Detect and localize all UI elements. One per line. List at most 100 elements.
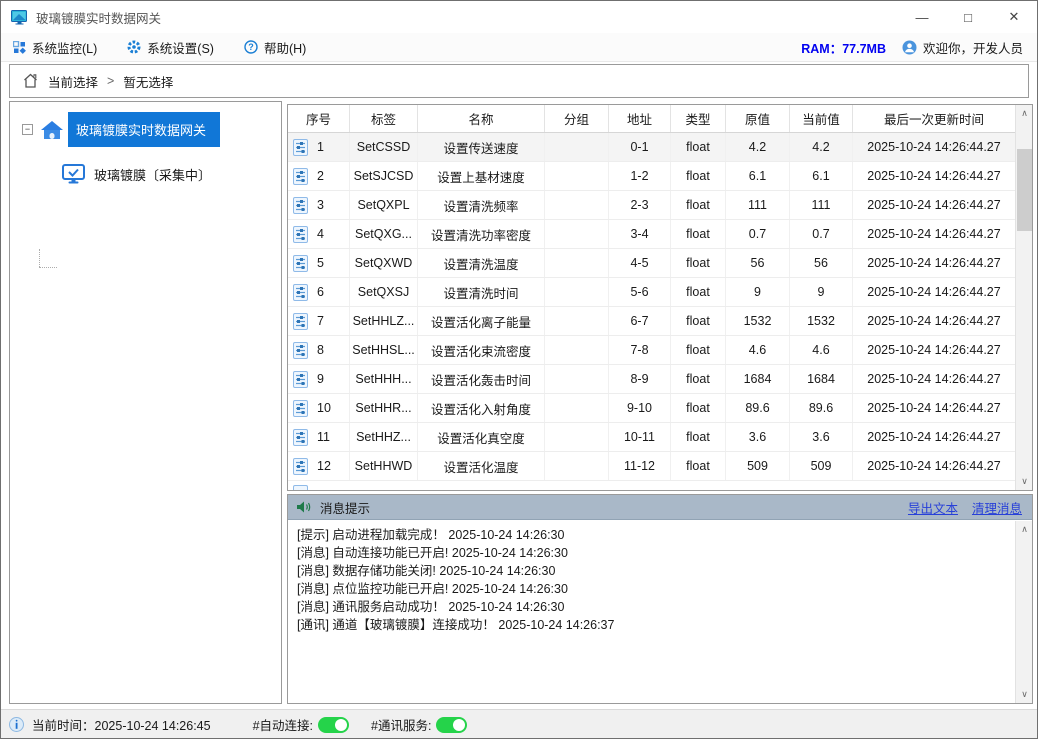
- cell-group: [545, 394, 609, 422]
- table-row[interactable]: 8 SetHHSL... 设置活化束流密度 7-8 float 4.6 4.6 …: [288, 336, 1015, 365]
- cell-original-value: 6.1: [726, 162, 790, 190]
- message-panel: 消息提示 导出文本 清理消息 [提示] 启动进程加载完成！ 2025-10-24…: [287, 494, 1033, 704]
- scroll-up-button[interactable]: ∧: [1016, 105, 1033, 122]
- status-bar: 当前时间：2025-10-24 14:26:45 #自动连接: #通讯服务:: [1, 709, 1037, 739]
- cell-address: 8-9: [609, 365, 671, 393]
- cell-type: float: [671, 394, 726, 422]
- column-header[interactable]: 当前值: [790, 105, 853, 132]
- current-time-label: 当前时间：: [32, 719, 95, 733]
- message-line: [通讯] 通道【玻璃镀膜】连接成功！ 2025-10-24 14:26:37: [297, 616, 1006, 634]
- cell-group: [545, 423, 609, 451]
- scroll-up-button[interactable]: ∧: [1016, 521, 1033, 538]
- message-line: [消息] 点位监控功能已开启! 2025-10-24 14:26:30: [297, 580, 1006, 598]
- cell-address: 1-2: [609, 162, 671, 190]
- table-row[interactable]: 1 SetCSSD 设置传送速度 0-1 float 4.2 4.2 2025-…: [288, 133, 1015, 162]
- cell-name: 设置清洗频率: [418, 191, 545, 219]
- cell-index-value: 2: [317, 169, 324, 183]
- table-row[interactable]: 10 SetHHR... 设置活化入射角度 9-10 float 89.6 89…: [288, 394, 1015, 423]
- column-header[interactable]: 类型: [671, 105, 726, 132]
- export-text-link[interactable]: 导出文本: [908, 498, 958, 517]
- menu-item-system-settings[interactable]: 系统设置(S): [127, 38, 214, 57]
- cell-type: float: [671, 220, 726, 248]
- column-header[interactable]: 原值: [726, 105, 790, 132]
- sliders-icon: [293, 139, 308, 156]
- column-header[interactable]: 序号: [288, 105, 350, 132]
- window-controls: — □ ✕: [899, 1, 1037, 33]
- scroll-thumb[interactable]: [1017, 149, 1032, 231]
- cell-index-value: 11: [317, 430, 330, 444]
- cell-type: float: [671, 249, 726, 277]
- cell-type: float: [671, 162, 726, 190]
- comm-service-toggle[interactable]: [436, 717, 467, 733]
- message-panel-title: 消息提示: [320, 498, 370, 517]
- cell-updated-time: 2025-10-24 14:26:44.27: [853, 220, 1015, 248]
- cell-name: 设置传送速度: [418, 133, 545, 161]
- table-scrollbar[interactable]: ∧ ∨: [1015, 105, 1032, 490]
- cell-group: [545, 365, 609, 393]
- cell-original-value: 4.6: [726, 336, 790, 364]
- cell-address: 3-4: [609, 220, 671, 248]
- cell-type: float: [671, 452, 726, 480]
- table-row[interactable]: 9 SetHHH... 设置活化轰击时间 8-9 float 1684 1684…: [288, 365, 1015, 394]
- cell-original-value: 0.7: [726, 220, 790, 248]
- monitor-check-icon: [62, 164, 85, 184]
- cell-index-value: 7: [317, 314, 324, 328]
- table-row[interactable]: 7 SetHHLZ... 设置活化离子能量 6-7 float 1532 153…: [288, 307, 1015, 336]
- tree-child-item[interactable]: 玻璃镀膜〔采集中〕: [62, 164, 281, 184]
- scroll-down-button[interactable]: ∨: [1016, 473, 1033, 490]
- current-time-value: 2025-10-24 14:26:45: [95, 719, 211, 733]
- table-row[interactable]: 4 SetQXG... 设置清洗功率密度 3-4 float 0.7 0.7 2…: [288, 220, 1015, 249]
- column-header[interactable]: 地址: [609, 105, 671, 132]
- cell-index: 2: [288, 162, 350, 190]
- cell-updated-time: 2025-10-24 14:26:44.27: [853, 423, 1015, 451]
- cell-current-value: 56: [790, 249, 853, 277]
- cell-index-value: 8: [317, 343, 324, 357]
- tree-expander-icon[interactable]: −: [22, 124, 33, 135]
- cell-type: float: [671, 307, 726, 335]
- close-button[interactable]: ✕: [991, 1, 1037, 33]
- table-row[interactable]: 11 SetHHZ... 设置活化真空度 10-11 float 3.6 3.6…: [288, 423, 1015, 452]
- cell-tag: SetQXWD: [350, 249, 418, 277]
- sliders-icon: [293, 371, 308, 388]
- column-header[interactable]: 标签: [350, 105, 418, 132]
- cell-address: 0-1: [609, 133, 671, 161]
- column-header[interactable]: 分组: [545, 105, 609, 132]
- cell-index: 3: [288, 191, 350, 219]
- table-body: 1 SetCSSD 设置传送速度 0-1 float 4.2 4.2 2025-…: [288, 133, 1015, 490]
- cell-group: [545, 278, 609, 306]
- table-row[interactable]: 12 SetHHWD 设置活化温度 11-12 float 509 509 20…: [288, 452, 1015, 481]
- breadcrumb-prefix: 当前选择: [48, 72, 98, 91]
- cell-updated-time: 2025-10-24 14:26:44.27: [853, 365, 1015, 393]
- column-header[interactable]: 最后一次更新时间: [853, 105, 1015, 132]
- tree-root-item[interactable]: − 玻璃镀膜实时数据网关: [10, 112, 281, 147]
- sliders-icon: [293, 429, 308, 446]
- house-icon: [40, 120, 64, 140]
- table-row[interactable]: 2 SetSJCSD 设置上基材速度 1-2 float 6.1 6.1 202…: [288, 162, 1015, 191]
- home-icon[interactable]: [22, 73, 39, 89]
- clear-messages-link[interactable]: 清理消息: [972, 498, 1022, 517]
- maximize-button[interactable]: □: [945, 1, 991, 33]
- cell-type: float: [671, 336, 726, 364]
- cell-current-value: 6.1: [790, 162, 853, 190]
- table-row[interactable]: 5 SetQXWD 设置清洗温度 4-5 float 56 56 2025-10…: [288, 249, 1015, 278]
- ram-indicator: RAM：77.7MB: [801, 38, 886, 57]
- cell-address: 9-10: [609, 394, 671, 422]
- message-scrollbar[interactable]: ∧ ∨: [1015, 521, 1032, 703]
- table-row[interactable]: 6 SetQXSJ 设置清洗时间 5-6 float 9 9 2025-10-2…: [288, 278, 1015, 307]
- message-line: [消息] 自动连接功能已开启! 2025-10-24 14:26:30: [297, 544, 1006, 562]
- menu-item-help[interactable]: ? 帮助(H): [244, 38, 306, 57]
- svg-text:?: ?: [248, 42, 254, 52]
- table-row[interactable]: 3 SetQXPL 设置清洗频率 2-3 float 111 111 2025-…: [288, 191, 1015, 220]
- cell-tag: SetQXG...: [350, 220, 418, 248]
- column-header[interactable]: 名称: [418, 105, 545, 132]
- menu-item-system-monitor[interactable]: 系统监控(L): [13, 38, 97, 57]
- cell-tag: SetQXPL: [350, 191, 418, 219]
- cell-address: 5-6: [609, 278, 671, 306]
- cell-original-value: 89.6: [726, 394, 790, 422]
- scroll-down-button[interactable]: ∨: [1016, 686, 1033, 703]
- cell-original-value: 1532: [726, 307, 790, 335]
- minimize-button[interactable]: —: [899, 1, 945, 33]
- cell-group: [545, 336, 609, 364]
- auto-connect-toggle[interactable]: [318, 717, 349, 733]
- cell-group: [545, 191, 609, 219]
